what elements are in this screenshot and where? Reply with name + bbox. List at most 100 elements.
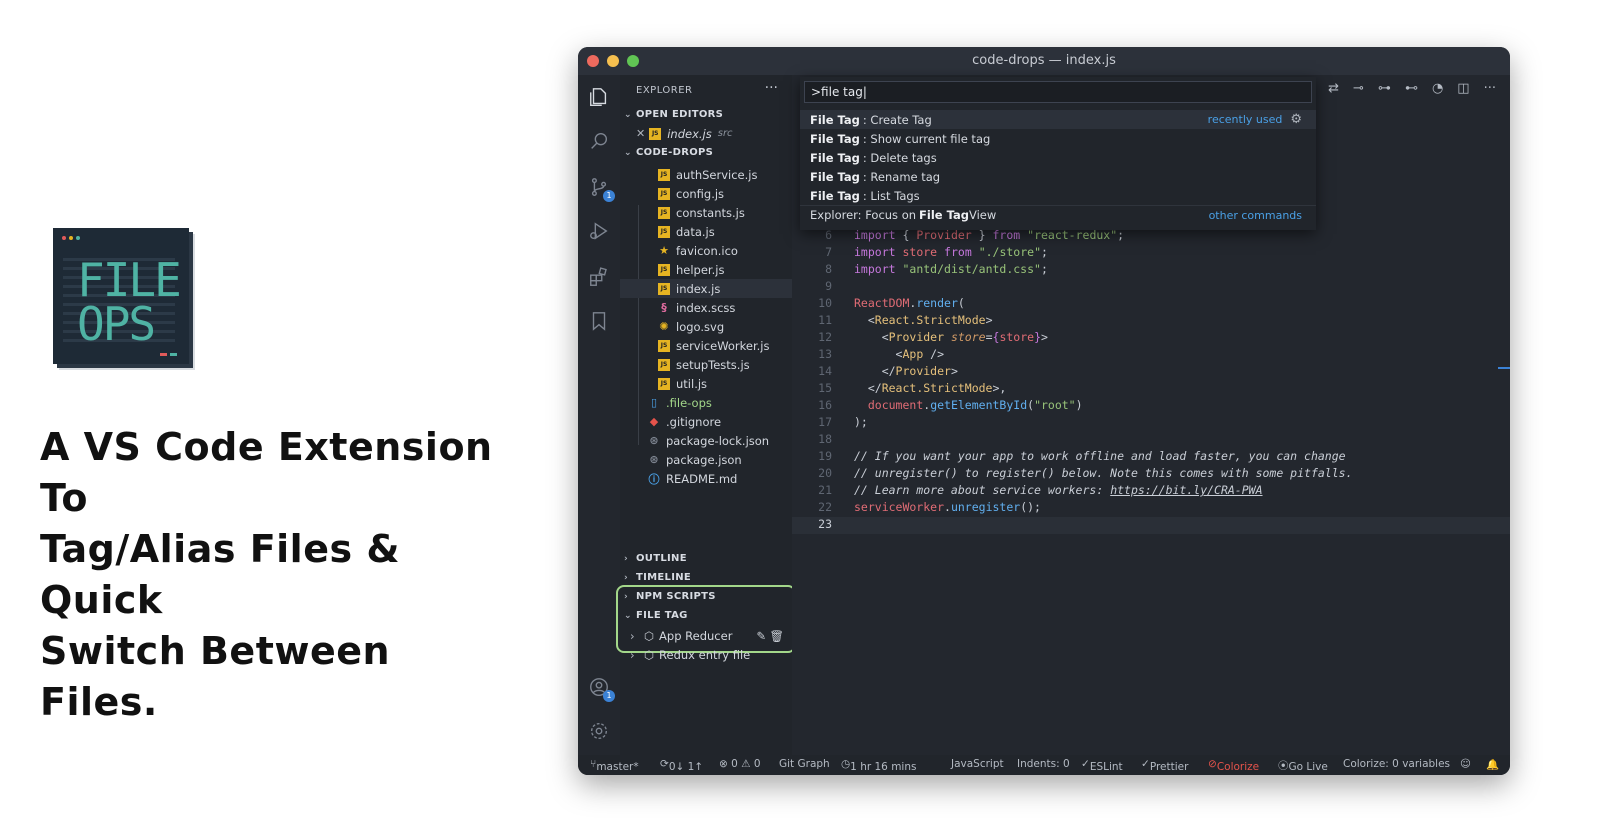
line-number: 23 bbox=[818, 517, 832, 531]
file-item[interactable]: ⓘ README.md bbox=[620, 469, 820, 488]
code-line: 11 <React.StrictMode> bbox=[792, 313, 1510, 330]
svg-file-icon: ✺ bbox=[659, 320, 669, 333]
line-number: 10 bbox=[818, 296, 832, 310]
more-actions-icon[interactable]: ··· bbox=[1484, 81, 1496, 96]
accounts-badge: 1 bbox=[603, 690, 615, 702]
extensions-icon[interactable] bbox=[587, 265, 611, 289]
open-editors-section[interactable]: ⌄ OPEN EDITORS bbox=[624, 109, 723, 120]
logo-dots bbox=[62, 236, 80, 240]
info-icon: ⓘ bbox=[648, 472, 660, 486]
chevron-right-icon: › bbox=[624, 553, 629, 564]
eslint-status[interactable]: ✓ ESLint bbox=[1081, 758, 1123, 773]
line-number: 17 bbox=[818, 415, 832, 429]
file-name: index.scss bbox=[676, 300, 736, 315]
command-item-list-tags[interactable]: File Tag: List Tags bbox=[800, 186, 1316, 205]
file-item[interactable]: ▯.file-opsU bbox=[620, 393, 820, 412]
code-line: 10 ReactDOM.render( bbox=[792, 296, 1510, 313]
chevron-right-icon: › bbox=[630, 628, 635, 643]
command-item-delete-tags[interactable]: File Tag: Delete tags bbox=[800, 148, 1316, 167]
indentation-status[interactable]: Indents: 0 bbox=[1017, 758, 1070, 770]
settings-gear-icon[interactable] bbox=[587, 719, 611, 743]
file-item[interactable]: ⊛ package-lock.json bbox=[620, 431, 820, 450]
command-item-explorer-focus[interactable]: Explorer: Focus on File Tag View other c… bbox=[800, 205, 1316, 224]
previous-change-icon[interactable]: ⊶ bbox=[1378, 81, 1391, 96]
js-file-icon: JS bbox=[658, 263, 670, 276]
recently-used-label: recently used bbox=[1207, 113, 1283, 126]
timeline-section[interactable]: › TIMELINE bbox=[624, 572, 691, 583]
colorize-status[interactable]: ⊘ Colorize bbox=[1208, 758, 1259, 773]
code-line: 19// If you want your app to work offlin… bbox=[792, 449, 1510, 466]
file-name: constants.js bbox=[676, 205, 745, 220]
npm-icon: ⊛ bbox=[649, 453, 659, 466]
edit-pencil-icon[interactable]: ✎ bbox=[756, 629, 766, 643]
command-prefix: File Tag bbox=[810, 112, 860, 127]
gear-icon[interactable]: ⚙ bbox=[1290, 112, 1302, 127]
branch-label: master* bbox=[596, 761, 639, 773]
git-icon: ◆ bbox=[649, 415, 659, 428]
git-commit-icon[interactable]: ⊸ bbox=[1353, 81, 1364, 96]
command-palette-input[interactable]: >file tag| bbox=[804, 81, 1312, 103]
js-file-icon: JS bbox=[658, 358, 670, 371]
file-item[interactable]: ◆ .gitignore bbox=[620, 412, 820, 431]
source-control-icon[interactable]: 1 bbox=[587, 175, 615, 202]
more-actions-icon[interactable]: ··· bbox=[765, 80, 778, 96]
code-line: 15 </React.StrictMode>, bbox=[792, 381, 1510, 398]
file-icon: ▯ bbox=[650, 396, 658, 409]
go-live-label: Go Live bbox=[1288, 761, 1328, 773]
branch-status[interactable]: ⑂ master* bbox=[590, 758, 639, 773]
git-compare-icon[interactable]: ⇄ bbox=[1328, 81, 1339, 96]
command-item-create-tag[interactable]: File Tag: Create Tag recently used ⚙ bbox=[800, 110, 1316, 129]
command-item-show-tag[interactable]: File Tag: Show current file tag bbox=[800, 129, 1316, 148]
trash-icon[interactable]: 🗑 bbox=[769, 629, 784, 643]
next-change-icon[interactable]: ⊷ bbox=[1405, 81, 1418, 96]
line-number: 8 bbox=[825, 262, 832, 276]
file-name: config.js bbox=[676, 186, 725, 201]
line-number: 11 bbox=[818, 313, 832, 327]
file-name: .file-ops bbox=[666, 395, 712, 410]
code-line: 7 import store from "./store"; bbox=[792, 245, 1510, 262]
explorer-icon[interactable] bbox=[587, 85, 611, 109]
headline: A VS Code Extension To Tag/Alias Files &… bbox=[40, 422, 510, 728]
editor-area[interactable]: ⇄ ⊸ ⊶ ⊷ ◔ ◫ ··· 6 import { Provider } fro… bbox=[792, 75, 1510, 755]
prettier-status[interactable]: ✓ Prettier bbox=[1141, 758, 1188, 773]
project-section[interactable]: ⌄ CODE-DROPS bbox=[624, 147, 713, 158]
command-text: : Show current file tag bbox=[862, 131, 991, 146]
project-label: CODE-DROPS bbox=[636, 147, 714, 158]
feedback-icon[interactable]: ☺ bbox=[1460, 758, 1471, 770]
git-graph-button[interactable]: Git Graph bbox=[779, 758, 830, 770]
command-text: View bbox=[968, 208, 997, 222]
notifications-bell-icon[interactable]: 🔔 bbox=[1486, 758, 1499, 771]
line-number: 20 bbox=[818, 466, 832, 480]
file-item[interactable]: ⊛ package.json bbox=[620, 450, 820, 469]
star-icon: ★ bbox=[659, 244, 669, 257]
colorize-variables-status[interactable]: Colorize: 0 variables bbox=[1343, 758, 1450, 770]
split-editor-icon[interactable]: ◫ bbox=[1457, 81, 1469, 96]
accounts-icon[interactable]: 1 bbox=[587, 675, 615, 702]
code-line: 12 <Provider store={store}> bbox=[792, 330, 1510, 347]
file-name: package-lock.json bbox=[666, 433, 770, 448]
go-live-icon[interactable]: ◔ bbox=[1432, 81, 1443, 96]
eslint-label: ESLint bbox=[1089, 761, 1123, 773]
tag-label: Redux entry file bbox=[659, 647, 751, 662]
outline-section[interactable]: › OUTLINE bbox=[624, 553, 687, 564]
tag-item[interactable]: › ⬡ Redux entry file bbox=[620, 645, 802, 664]
bookmark-icon[interactable] bbox=[587, 309, 611, 333]
file-name: data.js bbox=[676, 224, 715, 239]
line-number: 6 bbox=[825, 228, 832, 242]
problems-status[interactable]: ⊗ 0 ⚠ 0 bbox=[719, 758, 761, 770]
open-editor-path: src bbox=[717, 128, 733, 139]
command-prefix: File Tag bbox=[810, 188, 860, 203]
tag-item[interactable]: › ⬡ App Reducer ✎ 🗑 bbox=[620, 626, 802, 645]
file-name: package.json bbox=[666, 452, 742, 467]
command-item-rename-tag[interactable]: File Tag: Rename tag bbox=[800, 167, 1316, 186]
go-live-button[interactable]: ⦿ Go Live bbox=[1278, 758, 1328, 773]
sync-status[interactable]: ⟳ 0↓ 1↑ bbox=[660, 758, 703, 773]
close-icon[interactable]: ✕ bbox=[636, 127, 645, 140]
search-icon[interactable] bbox=[587, 129, 611, 153]
title-bar: code-drops — index.js bbox=[578, 47, 1510, 75]
time-tracker-status[interactable]: ◷ 1 hr 16 mins bbox=[841, 758, 916, 773]
open-editor-item[interactable]: ✕ JS index.js src bbox=[620, 124, 808, 143]
run-debug-icon[interactable] bbox=[587, 219, 611, 243]
language-mode[interactable]: JavaScript bbox=[951, 758, 1004, 770]
file-tag-section[interactable]: ⌄ FILE TAG bbox=[624, 610, 688, 621]
